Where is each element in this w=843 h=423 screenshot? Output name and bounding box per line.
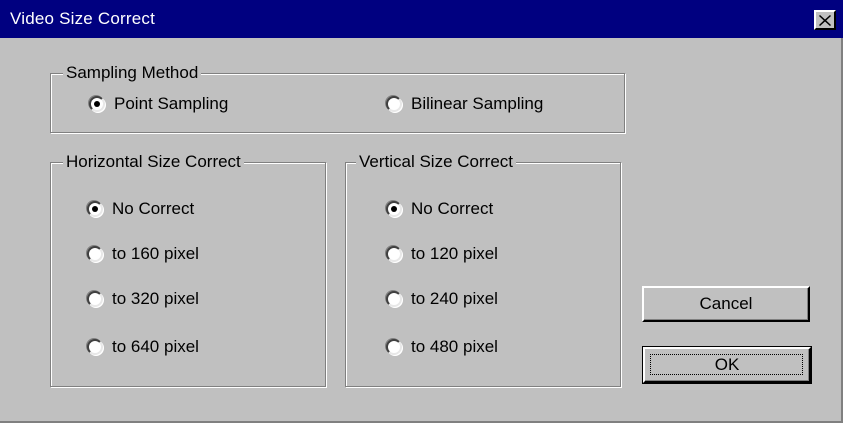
- radio-vertical-no-correct[interactable]: No Correct: [386, 199, 493, 219]
- dialog-window: Video Size Correct Sampling Method Point…: [0, 0, 843, 423]
- radio-label: to 120 pixel: [411, 244, 498, 263]
- radio-button[interactable]: [87, 339, 103, 355]
- window-title: Video Size Correct: [10, 9, 156, 28]
- radio-label: No Correct: [112, 199, 195, 218]
- close-icon: [819, 14, 831, 26]
- radio-label: to 320 pixel: [112, 289, 199, 308]
- radio-button-checked[interactable]: [87, 201, 103, 217]
- radio-bilinear-sampling[interactable]: Bilinear Sampling: [386, 94, 543, 114]
- radio-button[interactable]: [386, 291, 402, 307]
- radio-button[interactable]: [386, 246, 402, 262]
- cancel-button-label: Cancel: [699, 294, 753, 313]
- ok-button-label: OK: [714, 355, 740, 374]
- radio-horizontal-320[interactable]: to 320 pixel: [87, 289, 199, 309]
- radio-button[interactable]: [87, 291, 103, 307]
- radio-label: Bilinear Sampling: [411, 94, 544, 113]
- radio-button-checked[interactable]: [89, 96, 105, 112]
- radio-horizontal-160[interactable]: to 160 pixel: [87, 244, 199, 264]
- radio-vertical-120[interactable]: to 120 pixel: [386, 244, 498, 264]
- radio-button[interactable]: [386, 96, 402, 112]
- radio-horizontal-640[interactable]: to 640 pixel: [87, 337, 199, 357]
- radio-label: No Correct: [411, 199, 494, 218]
- radio-button-checked[interactable]: [386, 201, 402, 217]
- title-bar[interactable]: Video Size Correct: [0, 0, 843, 38]
- horizontal-size-correct-legend: Horizontal Size Correct: [63, 151, 244, 173]
- cancel-button[interactable]: Cancel: [642, 286, 810, 322]
- radio-button[interactable]: [87, 246, 103, 262]
- close-button[interactable]: [814, 10, 836, 30]
- radio-label: to 160 pixel: [112, 244, 199, 263]
- radio-button[interactable]: [386, 339, 402, 355]
- radio-label: Point Sampling: [114, 94, 229, 113]
- radio-horizontal-no-correct[interactable]: No Correct: [87, 199, 194, 219]
- sampling-method-legend: Sampling Method: [63, 62, 202, 84]
- radio-label: to 240 pixel: [411, 289, 498, 308]
- radio-vertical-480[interactable]: to 480 pixel: [386, 337, 498, 357]
- ok-button[interactable]: OK: [642, 346, 812, 384]
- radio-label: to 480 pixel: [411, 337, 498, 356]
- vertical-size-correct-legend: Vertical Size Correct: [356, 151, 516, 173]
- radio-point-sampling[interactable]: Point Sampling: [89, 94, 228, 114]
- radio-vertical-240[interactable]: to 240 pixel: [386, 289, 498, 309]
- radio-label: to 640 pixel: [112, 337, 199, 356]
